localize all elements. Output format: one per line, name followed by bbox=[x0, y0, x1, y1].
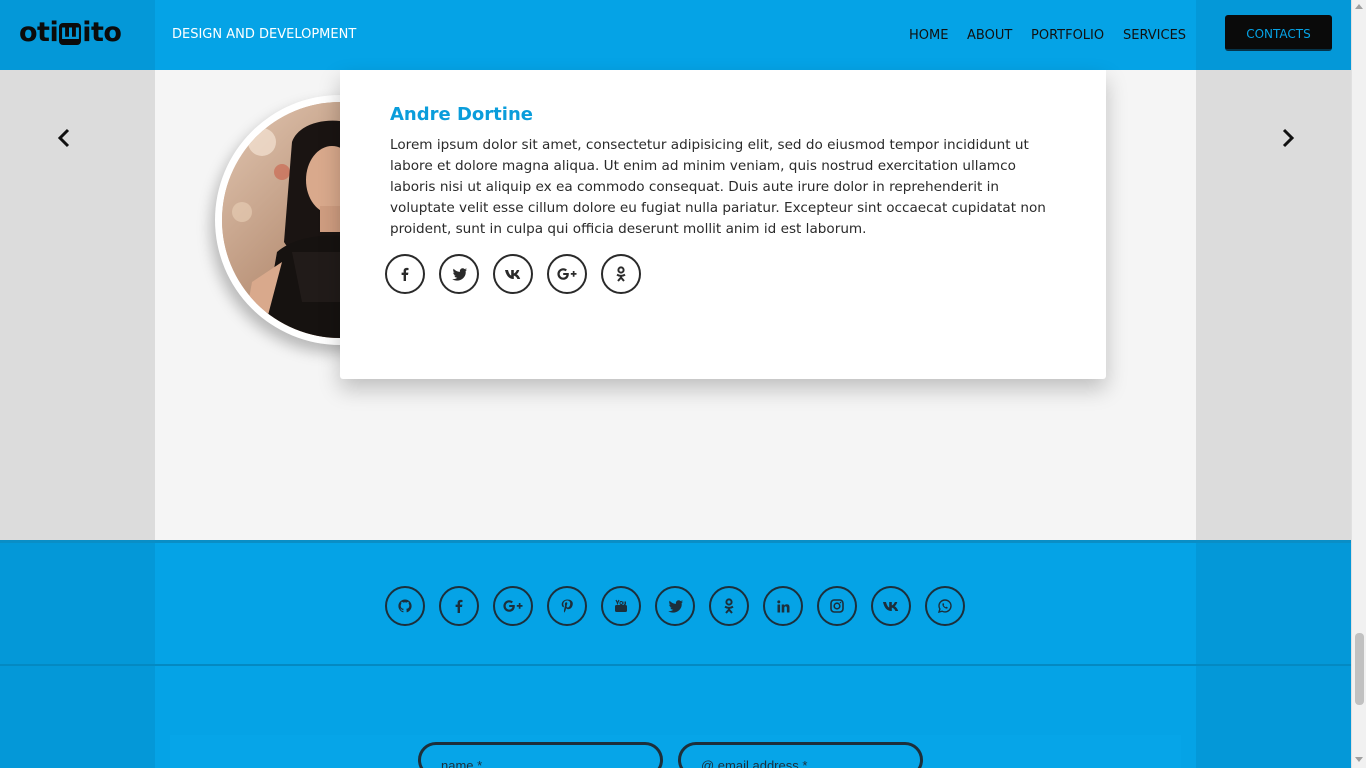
contacts-button[interactable]: CONTACTS bbox=[1225, 15, 1332, 51]
email-field[interactable] bbox=[678, 742, 923, 768]
instagram-icon[interactable] bbox=[817, 586, 857, 626]
site-footer bbox=[0, 540, 1351, 768]
nav-about[interactable]: ABOUT bbox=[967, 28, 1012, 43]
testimonial-text: Lorem ipsum dolor sit amet, consectetur … bbox=[390, 137, 1046, 237]
name-field[interactable] bbox=[418, 742, 663, 768]
testimonial-name: Andre Dortine bbox=[390, 104, 533, 125]
youtube-icon[interactable] bbox=[601, 586, 641, 626]
page-scrollbar[interactable] bbox=[1351, 0, 1366, 768]
footer-band-left bbox=[0, 540, 155, 768]
google-plus-icon[interactable] bbox=[547, 254, 587, 294]
footer-band-right bbox=[1196, 540, 1351, 768]
github-icon[interactable] bbox=[385, 586, 425, 626]
side-band-left bbox=[0, 0, 155, 540]
logo-text-right: ito bbox=[82, 17, 122, 48]
contact-form-area bbox=[170, 735, 1181, 768]
testimonial-card: Andre Dortine Lorem ipsum dolor sit amet… bbox=[340, 70, 1106, 379]
scroll-up-arrow-icon[interactable] bbox=[1355, 4, 1363, 9]
footer-social-links bbox=[385, 586, 965, 626]
vk-icon[interactable] bbox=[871, 586, 911, 626]
side-band-right bbox=[1196, 0, 1351, 540]
site-logo[interactable]: oti Шito bbox=[19, 17, 122, 48]
scrollbar-thumb[interactable] bbox=[1355, 633, 1364, 705]
scroll-down-arrow-icon[interactable] bbox=[1355, 757, 1363, 762]
footer-divider bbox=[0, 664, 1351, 666]
logo-mark: Ш bbox=[59, 23, 82, 45]
site-tagline: DESIGN AND DEVELOPMENT bbox=[172, 27, 357, 42]
chevron-left-icon[interactable] bbox=[54, 127, 76, 149]
twitter-icon[interactable] bbox=[439, 254, 479, 294]
facebook-icon[interactable] bbox=[439, 586, 479, 626]
footer-top-border bbox=[0, 540, 1351, 543]
nav-portfolio[interactable]: PORTFOLIO bbox=[1031, 28, 1104, 43]
chevron-right-icon[interactable] bbox=[1276, 127, 1298, 149]
nav-services[interactable]: SERVICES bbox=[1123, 28, 1186, 43]
whatsapp-icon[interactable] bbox=[925, 586, 965, 626]
site-header: oti Шito DESIGN AND DEVELOPMENT HOME ABOU… bbox=[0, 0, 1351, 70]
testimonial-social-links bbox=[385, 254, 641, 294]
twitter-icon[interactable] bbox=[655, 586, 695, 626]
facebook-icon[interactable] bbox=[385, 254, 425, 294]
google-plus-icon[interactable] bbox=[493, 586, 533, 626]
pinterest-icon[interactable] bbox=[547, 586, 587, 626]
nav-home[interactable]: HOME bbox=[909, 28, 948, 43]
logo-text-left: oti bbox=[19, 17, 59, 48]
linkedin-icon[interactable] bbox=[763, 586, 803, 626]
odnoklassniki-icon[interactable] bbox=[601, 254, 641, 294]
odnoklassniki-icon[interactable] bbox=[709, 586, 749, 626]
vk-icon[interactable] bbox=[493, 254, 533, 294]
